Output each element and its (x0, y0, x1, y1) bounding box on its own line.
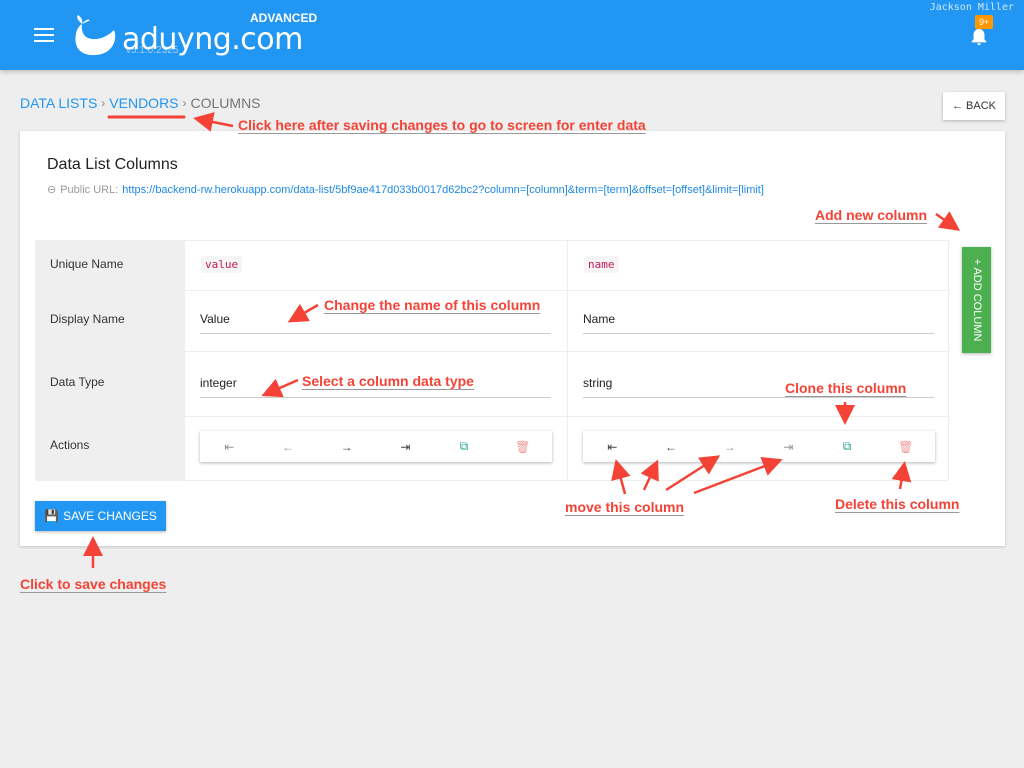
annotation-move: move this column (565, 499, 685, 515)
breadcrumb-vendors[interactable]: VENDORS (109, 95, 178, 111)
annotation-clone: Clone this column (785, 380, 907, 396)
breadcrumb-separator-icon: › (101, 96, 106, 110)
save-icon: 💾 (44, 509, 60, 523)
annotation-delete: Delete this column (835, 496, 960, 512)
save-changes-label: SAVE CHANGES (63, 509, 157, 523)
move-left-button[interactable]: ← (642, 431, 701, 462)
columns-grid: Unique Name Display Name Data Type Actio… (35, 240, 949, 481)
move-first-button[interactable]: ⇤ (200, 431, 259, 462)
move-right-button[interactable]: → (700, 431, 759, 462)
move-left-button[interactable]: ← (259, 431, 318, 462)
clone-icon[interactable]: ⧉ (435, 431, 494, 462)
notification-badge: 9+ (975, 15, 994, 29)
row-divider (568, 290, 948, 291)
app-header: aduyng.com ADVANCED v5.1.0.2325 Jackson … (0, 0, 1024, 70)
row-label-data-type: Data Type (50, 375, 105, 389)
row-labels: Unique Name Display Name Data Type Actio… (35, 240, 185, 481)
column-card: value ⇤ ← → ⇥ ⧉ 🗑 (185, 240, 568, 481)
delete-icon[interactable]: 🗑 (493, 431, 552, 462)
unique-name-value: name (584, 256, 619, 273)
user-name[interactable]: Jackson Miller (930, 2, 1014, 13)
annotation-rename: Change the name of this column (324, 297, 541, 313)
breadcrumb-data-lists[interactable]: DATA LISTS (20, 95, 97, 111)
annotation-save: Click to save changes (20, 576, 167, 592)
add-column-button[interactable]: + ADD COLUMN (962, 247, 991, 353)
move-right-button[interactable]: → (317, 431, 376, 462)
column-card: name ⇤ ← → ⇥ ⧉ 🗑 (568, 240, 949, 481)
brand-tier: ADVANCED (250, 11, 318, 25)
link-icon: ⊖ (47, 184, 57, 196)
display-name-input[interactable] (583, 304, 934, 334)
arrow-left-icon: ← (952, 100, 964, 112)
app-version: v5.1.0.2325 (126, 45, 179, 56)
delete-icon[interactable]: 🗑 (876, 431, 935, 462)
row-label-display-name: Display Name (50, 312, 125, 326)
whale-logo-icon (75, 15, 116, 56)
row-divider (185, 351, 567, 352)
public-url-label: Public URL: (60, 183, 119, 196)
back-button-label: BACK (966, 100, 996, 112)
move-last-button[interactable]: ⇥ (759, 431, 818, 462)
row-label-actions: Actions (50, 438, 90, 452)
column-actions: ⇤ ← → ⇥ ⧉ 🗑 (583, 431, 935, 462)
unique-name-value: value (201, 256, 243, 273)
row-divider (185, 416, 567, 417)
column-actions: ⇤ ← → ⇥ ⧉ 🗑 (200, 431, 552, 462)
row-divider (568, 351, 948, 352)
back-button[interactable]: ← BACK (943, 92, 1005, 120)
clone-icon[interactable]: ⧉ (818, 431, 877, 462)
annotation-data-type: Select a column data type (302, 373, 474, 389)
row-divider (568, 416, 948, 417)
card-title: Data List Columns (47, 156, 178, 173)
move-first-button[interactable]: ⇤ (583, 431, 642, 462)
save-changes-button[interactable]: 💾 SAVE CHANGES (35, 501, 166, 531)
breadcrumb-columns: COLUMNS (190, 95, 261, 111)
public-url: ⊖ Public URL: https://backend-rw.herokua… (47, 183, 764, 197)
breadcrumb: DATA LISTS › VENDORS › COLUMNS (20, 95, 261, 111)
public-url-link[interactable]: https://backend-rw.herokuapp.com/data-li… (122, 184, 764, 196)
annotation-back: Click here after saving changes to go to… (238, 117, 646, 133)
menu-icon[interactable] (34, 28, 54, 42)
logo[interactable]: aduyng.com ADVANCED v5.1.0.2325 (72, 8, 317, 64)
columns-card: Data List Columns ⊖ Public URL: https://… (20, 131, 1005, 546)
row-divider (185, 290, 567, 291)
annotation-add-column: Add new column (815, 207, 927, 223)
add-column-label: + ADD COLUMN (970, 258, 983, 342)
row-label-unique-name: Unique Name (50, 257, 124, 271)
breadcrumb-separator-icon: › (182, 96, 187, 110)
move-last-button[interactable]: ⇥ (376, 431, 435, 462)
